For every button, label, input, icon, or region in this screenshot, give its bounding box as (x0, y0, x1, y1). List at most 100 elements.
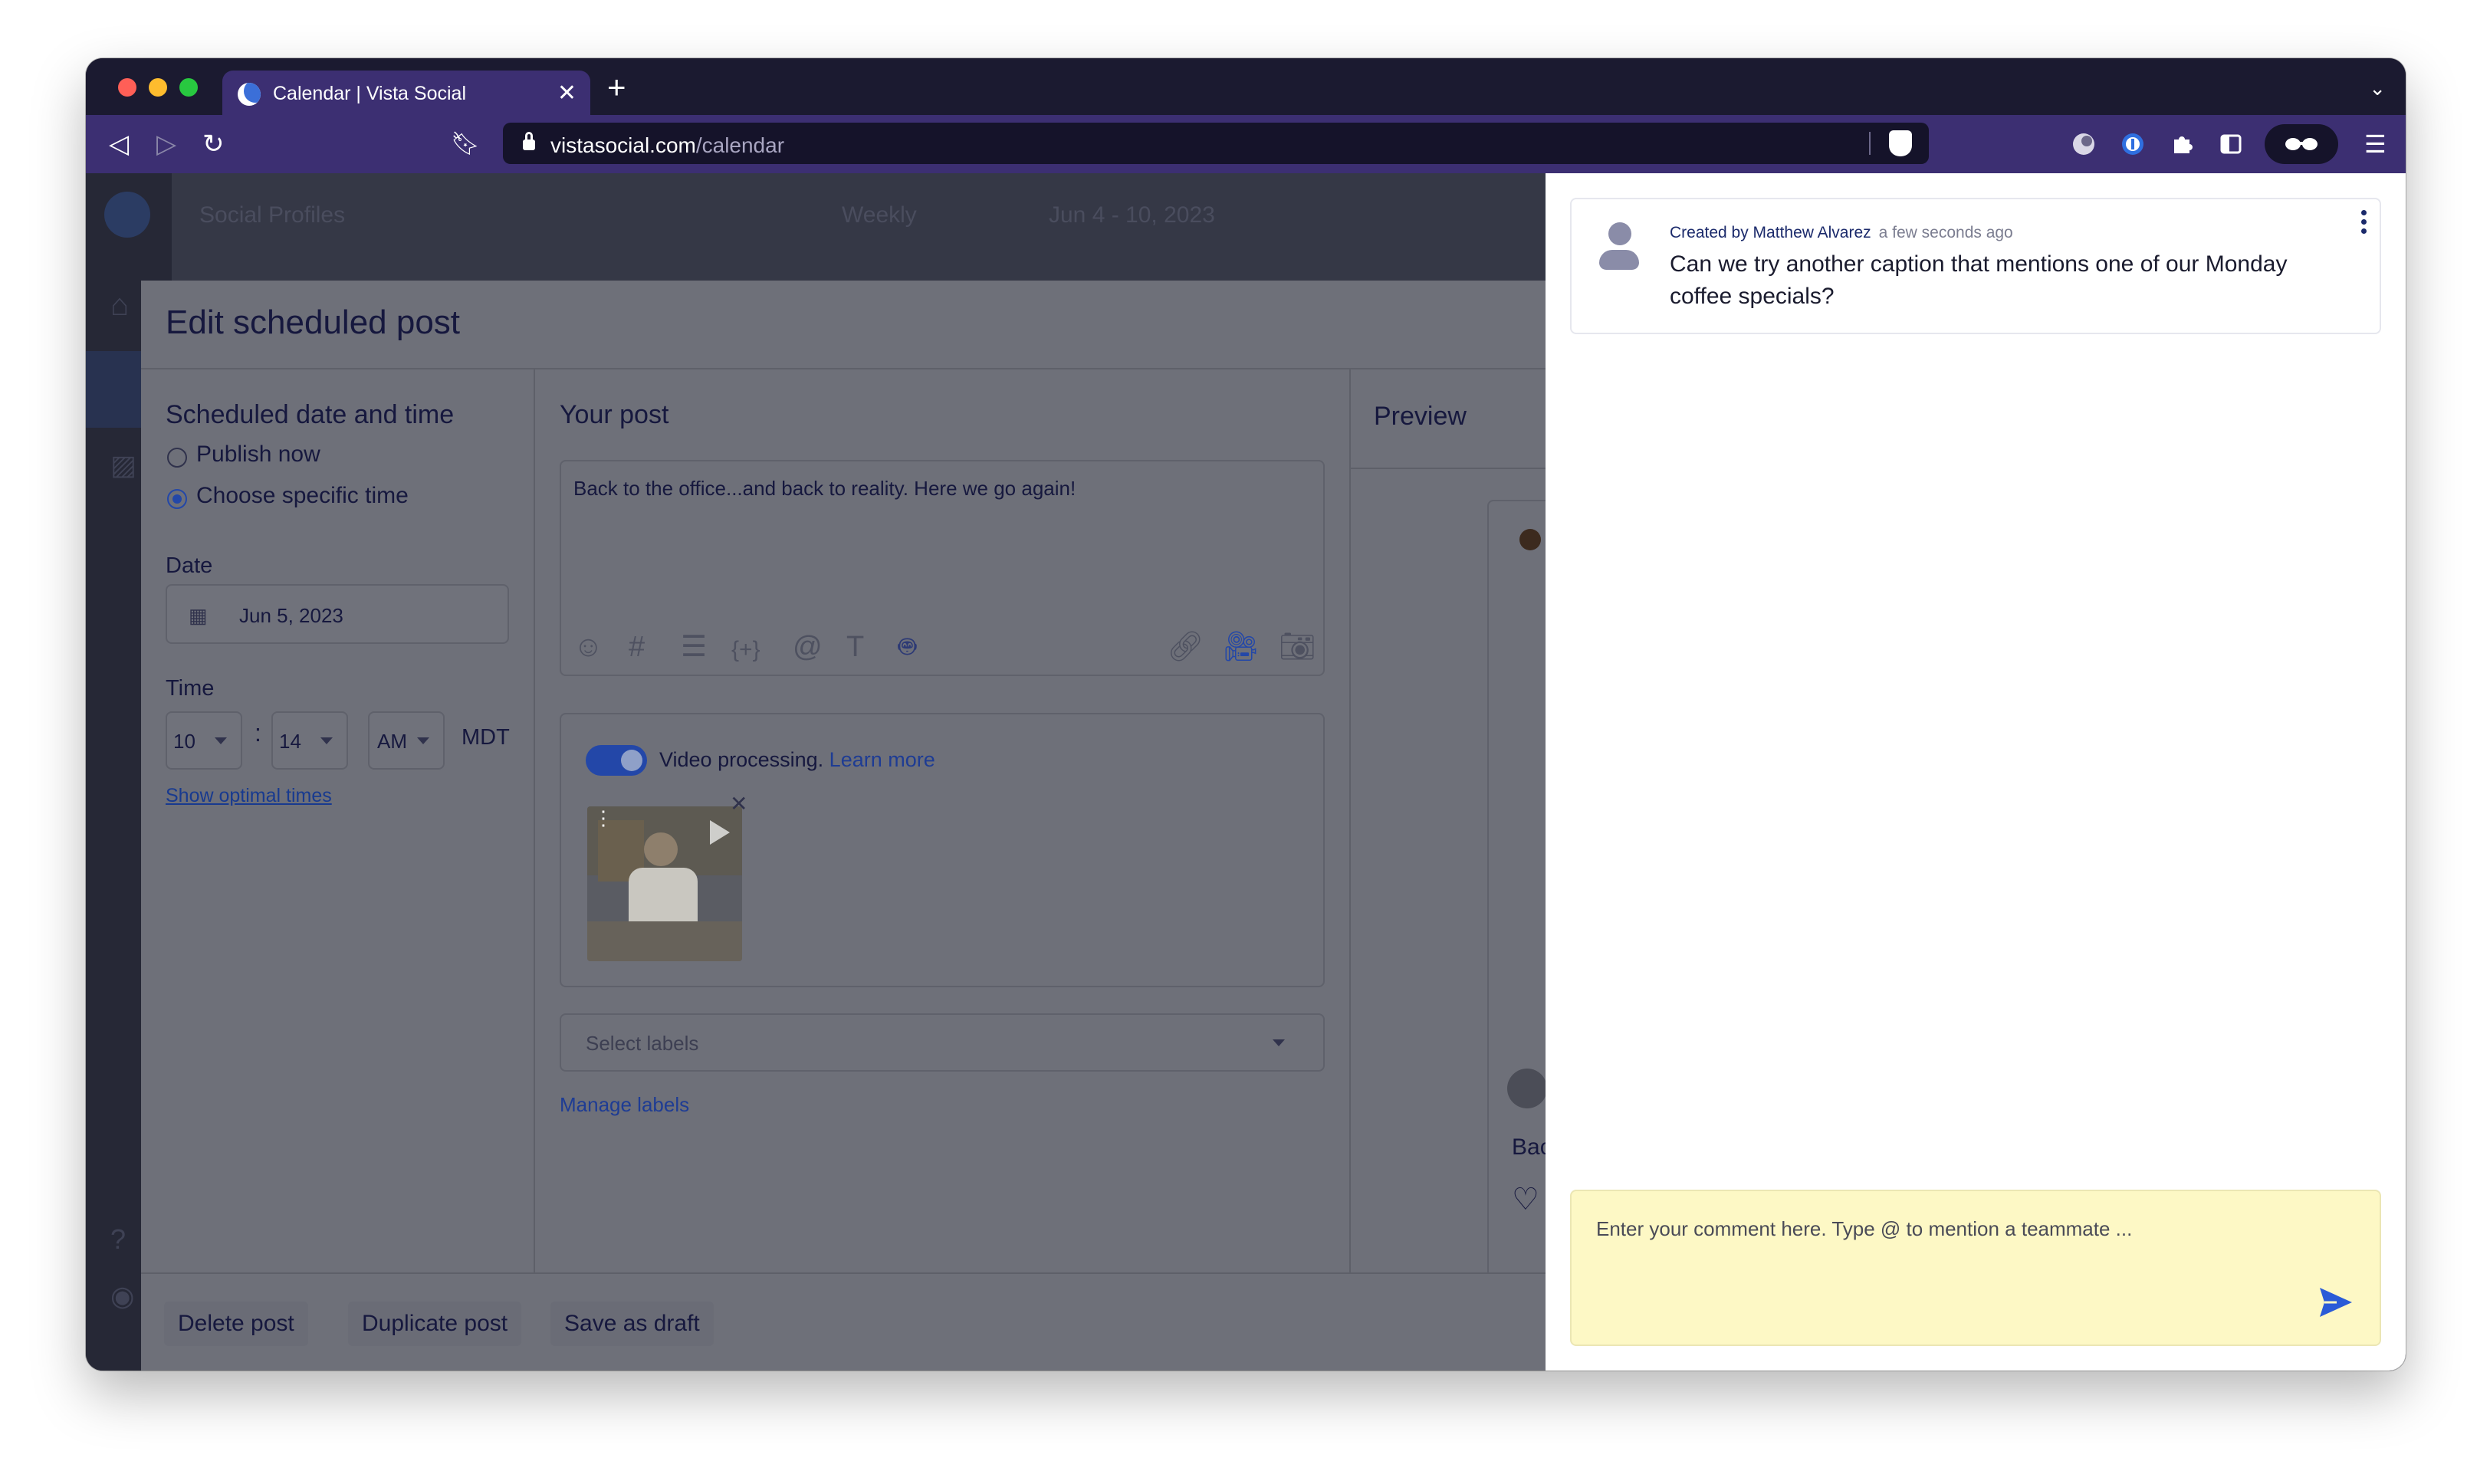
comment-author: Created by Matthew Alvarez (1670, 224, 1871, 241)
address-bar[interactable]: vistasocial.com/calendar (503, 123, 1929, 164)
modal-footer: Delete post Duplicate post Save as draft (141, 1272, 1625, 1371)
media-options-icon[interactable]: ⋮ (593, 808, 613, 828)
schedule-column: Scheduled date and time Publish now Choo… (141, 369, 535, 1272)
minimize-window-button[interactable] (149, 78, 167, 97)
bookmark-icon[interactable]: 🔖︎ (451, 127, 480, 161)
minute-select[interactable]: 14 (271, 711, 348, 770)
hour-value: 10 (173, 730, 195, 753)
comment-options-icon[interactable] (2361, 210, 2369, 238)
labels-placeholder: Select labels (586, 1032, 699, 1055)
date-label: Date (166, 553, 213, 578)
play-icon[interactable] (710, 820, 730, 845)
private-window-badge[interactable] (2265, 124, 2338, 164)
save-draft-button[interactable]: Save as draft (550, 1302, 714, 1346)
profile-extension-icon[interactable] (2071, 132, 2096, 156)
new-tab-button[interactable]: + (607, 71, 626, 104)
address-separator (1869, 132, 1871, 155)
remove-media-icon[interactable]: ✕ (730, 791, 747, 816)
comment-composer[interactable]: Enter your comment here. Type @ to menti… (1570, 1190, 2381, 1346)
emoji-icon[interactable]: ☺ (573, 632, 603, 662)
vista-social-favicon-icon (238, 83, 261, 106)
back-icon[interactable]: ◁ (109, 127, 129, 161)
media-icon[interactable]: ▨ (110, 449, 136, 481)
date-field[interactable]: ▦ Jun 5, 2023 (166, 584, 509, 644)
browser-toolbar: ◁ ▷ ↻ 🔖︎ vistasocial.com/calendar ☰ (86, 115, 2406, 173)
video-processing-toggle[interactable] (586, 745, 647, 776)
minute-value: 14 (279, 730, 301, 753)
social-profiles-label: Social Profiles (199, 202, 346, 228)
ampm-caret-icon (417, 737, 429, 744)
comment-text: Can we try another caption that mentions… (1670, 251, 2288, 309)
ai-assistant-icon[interactable]: 🤖︎ (898, 632, 916, 662)
learn-more-link[interactable]: Learn more (829, 748, 935, 771)
labels-select[interactable]: Select labels (560, 1013, 1325, 1072)
brave-shields-icon[interactable] (1889, 130, 1912, 156)
edit-post-modal: Edit scheduled post Scheduled date and t… (141, 281, 1625, 1371)
labels-caret-icon (1273, 1039, 1285, 1046)
app-logo (104, 192, 150, 238)
post-editor[interactable]: Back to the office...and back to reality… (560, 460, 1325, 676)
modal-header: Edit scheduled post (141, 281, 1625, 369)
specific-time-label[interactable]: Choose specific time (196, 483, 409, 509)
your-post-heading: Your post (560, 400, 669, 429)
date-range-label: Jun 4 - 10, 2023 (1049, 202, 1215, 228)
specific-time-radio[interactable] (167, 489, 187, 509)
time-label: Time (166, 676, 215, 701)
link-icon[interactable]: 🔗︎ (1167, 632, 1204, 662)
glasses-icon (2285, 138, 2318, 150)
hour-select[interactable]: 10 (166, 711, 242, 770)
account-icon[interactable]: ◉ (110, 1280, 134, 1312)
preview-avatar (1519, 529, 1541, 550)
ampm-select[interactable]: AM (368, 711, 445, 770)
hour-caret-icon (215, 737, 227, 744)
publish-now-radio[interactable] (167, 448, 187, 468)
comments-panel: Created by Matthew Alvarez a few seconds … (1546, 173, 2406, 1371)
schedule-heading: Scheduled date and time (166, 400, 455, 429)
forward-icon[interactable]: ▷ (156, 127, 176, 161)
maximize-window-button[interactable] (179, 78, 198, 97)
sidebar-toggle-icon[interactable] (2219, 132, 2243, 156)
view-selector[interactable]: Weekly (842, 202, 917, 228)
preview-heading: Preview (1374, 402, 1467, 431)
preview-shop-icon (1507, 1069, 1547, 1108)
variables-icon[interactable]: {+} (731, 635, 760, 665)
text-format-icon[interactable]: T (846, 632, 864, 662)
tab-bar: Calendar | Vista Social ✕ + ⌄ (86, 58, 2406, 117)
video-thumbnail[interactable]: ⋮ (587, 806, 742, 961)
tab-calendar[interactable]: Calendar | Vista Social ✕ (222, 71, 590, 117)
video-upload-icon[interactable]: 🎥︎ (1222, 632, 1259, 662)
comment-meta: Created by Matthew Alvarez a few seconds … (1670, 224, 2013, 242)
saved-captions-icon[interactable]: ☰ (681, 632, 707, 662)
delete-post-button[interactable]: Delete post (164, 1302, 308, 1346)
close-window-button[interactable] (118, 78, 136, 97)
optimal-times-link[interactable]: Show optimal times (166, 785, 332, 807)
url-text: vistasocial.com/calendar (550, 133, 785, 157)
comment-input-placeholder[interactable]: Enter your comment here. Type @ to menti… (1596, 1217, 2132, 1241)
close-tab-icon[interactable]: ✕ (557, 80, 577, 107)
date-value: Jun 5, 2023 (239, 604, 343, 627)
heart-icon: ♡ (1512, 1183, 1539, 1216)
modal-title: Edit scheduled post (166, 304, 461, 341)
mention-icon[interactable]: @ (793, 632, 823, 662)
send-icon[interactable] (2318, 1286, 2354, 1318)
video-processing-label: Video processing. Learn more (659, 748, 935, 771)
extensions-puzzle-icon[interactable] (2170, 132, 2194, 156)
hashtag-icon[interactable]: # (629, 632, 645, 662)
post-text[interactable]: Back to the office...and back to reality… (573, 477, 1076, 501)
home-icon[interactable]: ⌂ (110, 288, 129, 323)
minute-caret-icon (320, 737, 333, 744)
duplicate-post-button[interactable]: Duplicate post (348, 1302, 522, 1346)
reload-icon[interactable]: ↻ (202, 127, 225, 161)
help-icon[interactable]: ? (110, 1223, 126, 1256)
comment-card: Created by Matthew Alvarez a few seconds … (1570, 198, 2381, 334)
manage-labels-link[interactable]: Manage labels (560, 1093, 689, 1117)
camera-icon[interactable]: 📷︎ (1279, 632, 1316, 662)
tab-title: Calendar | Vista Social (273, 83, 467, 104)
calendar-icon: ▦ (189, 604, 208, 627)
password-manager-icon[interactable] (2120, 132, 2145, 156)
post-column: Your post Back to the office...and back … (535, 369, 1351, 1272)
user-avatar-icon (1598, 222, 1641, 273)
publish-now-label[interactable]: Publish now (196, 442, 320, 468)
menu-hamburger-icon[interactable]: ☰ (2364, 127, 2387, 161)
tab-list-chevron-icon[interactable]: ⌄ (2369, 77, 2386, 100)
